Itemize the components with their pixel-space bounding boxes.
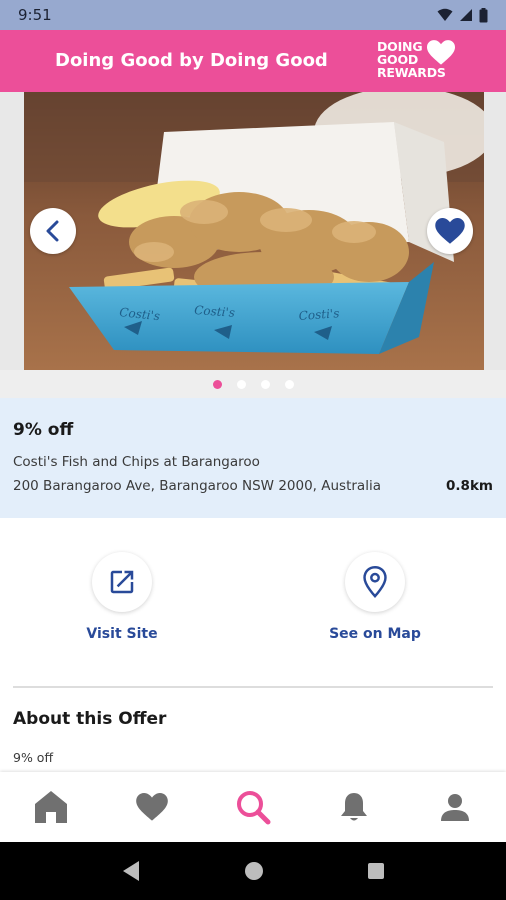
home-circle-icon[interactable] [244, 861, 264, 881]
bell-icon [341, 793, 368, 821]
hero-area: Costi's Costi's Costi's [0, 92, 506, 370]
external-link-icon [110, 570, 134, 594]
profile-icon [441, 794, 470, 821]
see-on-map-label: See on Map [329, 626, 421, 642]
favourite-button[interactable] [427, 208, 473, 254]
carousel-dot[interactable] [284, 379, 294, 389]
nav-search[interactable] [202, 772, 303, 842]
nav-profile[interactable] [405, 772, 506, 842]
nav-notifications[interactable] [304, 772, 405, 842]
map-pin-icon [363, 566, 387, 598]
rewards-logo: DOING GOOD REWARDS [377, 40, 457, 82]
logo-line3: REWARDS [377, 65, 446, 80]
back-triangle-icon[interactable] [121, 860, 141, 882]
carousel-dot[interactable] [260, 379, 270, 389]
chevron-left-icon [46, 220, 59, 242]
app-header: Doing Good by Doing Good DOING GOOD REWA… [0, 30, 506, 92]
visit-site-circle[interactable] [92, 552, 152, 612]
back-button[interactable] [30, 208, 76, 254]
about-text: 9% off [13, 750, 54, 765]
search-icon [237, 791, 271, 825]
food-illustration: Costi's Costi's Costi's [24, 92, 484, 370]
home-icon [34, 791, 67, 823]
box-text-3: Costi's [298, 306, 340, 323]
venue-name: Costi's Fish and Chips at Barangaroo [13, 454, 260, 470]
nav-favourites[interactable] [101, 772, 202, 842]
divider [13, 686, 493, 688]
heart-icon [435, 217, 465, 244]
box-text-2: Costi's [194, 303, 236, 320]
status-bar: 9:51 [0, 0, 506, 30]
nav-home[interactable] [0, 772, 101, 842]
recents-square-icon[interactable] [367, 862, 385, 880]
carousel-dot[interactable] [212, 379, 222, 389]
battery-icon [479, 7, 488, 22]
about-title: About this Offer [13, 709, 167, 729]
offer-discount: 9% off [13, 420, 74, 440]
venue-distance: 0.8km [446, 478, 493, 494]
wifi-icon [437, 8, 453, 21]
carousel-dots [0, 370, 506, 398]
visit-site-button[interactable]: Visit Site [52, 552, 192, 642]
visit-site-label: Visit Site [86, 626, 158, 642]
see-on-map-button[interactable]: See on Map [305, 552, 445, 642]
heart-icon [135, 792, 168, 821]
status-icons [437, 7, 488, 23]
bottom-nav [0, 772, 506, 842]
screen: 9:51 Doing Good by Doing Good DOING GOOD… [0, 0, 506, 900]
status-time: 9:51 [18, 6, 52, 24]
offer-info: 9% off Costi's Fish and Chips at Baranga… [0, 398, 506, 518]
offer-image[interactable]: Costi's Costi's Costi's [24, 92, 484, 370]
venue-address: 200 Barangaroo Ave, Barangaroo NSW 2000,… [13, 478, 381, 494]
carousel-dot[interactable] [236, 379, 246, 389]
logo-heart-icon [427, 40, 455, 65]
signal-icon [460, 9, 472, 21]
header-title: Doing Good by Doing Good [55, 50, 328, 71]
system-nav-bar [0, 842, 506, 900]
see-on-map-circle[interactable] [345, 552, 405, 612]
